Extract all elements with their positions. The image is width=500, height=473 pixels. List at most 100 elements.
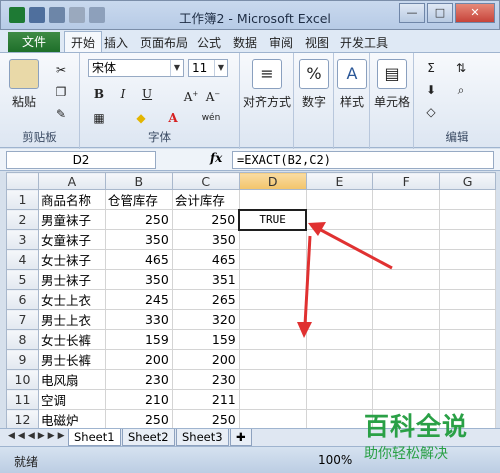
sheet-nav-arrows-icon[interactable]: ◀◀◀▶▶▶	[8, 431, 68, 441]
column-header-e[interactable]: E	[305, 172, 374, 190]
row-header[interactable]: 9	[6, 349, 39, 370]
clear-icon[interactable]: ◇	[422, 103, 440, 121]
cut-icon[interactable]: ✂	[52, 61, 70, 79]
row-header[interactable]: 10	[6, 369, 39, 390]
cell-g3[interactable]	[439, 229, 496, 250]
cell-e8[interactable]	[305, 329, 374, 350]
bold-button[interactable]: B	[90, 85, 108, 103]
cell-f6[interactable]	[372, 289, 441, 310]
cell-f3[interactable]	[372, 229, 441, 250]
row-header[interactable]: 5	[6, 269, 39, 290]
column-header-b[interactable]: B	[104, 172, 173, 190]
cell-g2[interactable]	[439, 209, 496, 230]
font-color-icon[interactable]: A	[164, 109, 182, 127]
undo-icon[interactable]	[49, 7, 65, 23]
cell-b3[interactable]: 350	[104, 229, 173, 250]
cell-d12[interactable]	[238, 409, 307, 428]
autosum-icon[interactable]: Σ	[422, 59, 440, 77]
cell-a3[interactable]: 女童袜子	[37, 229, 106, 250]
find-select-icon[interactable]: ⌕	[452, 81, 470, 99]
paste-button[interactable]: 粘贴	[8, 59, 40, 110]
cell-c10[interactable]: 230	[171, 369, 240, 390]
cell-d5[interactable]	[238, 269, 307, 290]
cell-e6[interactable]	[305, 289, 374, 310]
cell-a5[interactable]: 男士袜子	[37, 269, 106, 290]
cell-g4[interactable]	[439, 249, 496, 270]
cell-d8[interactable]	[238, 329, 307, 350]
cell-c11[interactable]: 211	[171, 389, 240, 410]
cell-c1[interactable]: 会计库存	[171, 189, 240, 210]
cells-button[interactable]: ▤ 单元格	[370, 59, 414, 110]
cell-c3[interactable]: 350	[171, 229, 240, 250]
cell-d2[interactable]: TRUE	[238, 208, 308, 231]
font-size-select[interactable]: 11 ▼	[188, 59, 228, 77]
column-header-c[interactable]: C	[171, 172, 240, 190]
cell-g7[interactable]	[439, 309, 496, 330]
cell-c8[interactable]: 159	[171, 329, 240, 350]
cell-a9[interactable]: 男士长裤	[37, 349, 106, 370]
minimize-button[interactable]: —	[399, 3, 425, 23]
cell-d4[interactable]	[238, 249, 307, 270]
cell-e11[interactable]	[305, 389, 374, 410]
cell-a6[interactable]: 女士上衣	[37, 289, 106, 310]
cell-d10[interactable]	[238, 369, 307, 390]
redo-icon[interactable]	[69, 7, 85, 23]
tab-review[interactable]: 审阅	[269, 34, 293, 51]
cell-f8[interactable]	[372, 329, 441, 350]
underline-button[interactable]: U	[138, 85, 156, 103]
select-all-corner[interactable]	[6, 172, 39, 190]
cell-a4[interactable]: 女士袜子	[37, 249, 106, 270]
cell-e5[interactable]	[305, 269, 374, 290]
row-header[interactable]: 2	[6, 209, 39, 230]
cell-e1[interactable]	[305, 189, 374, 210]
sheet-tab-3[interactable]: Sheet3	[176, 429, 229, 446]
cell-a2[interactable]: 男童袜子	[37, 209, 106, 230]
cell-d3[interactable]	[238, 229, 307, 250]
alignment-button[interactable]: ≡ 对齐方式	[240, 59, 294, 110]
insert-function-icon[interactable]: fx	[210, 151, 222, 165]
cell-a1[interactable]: 商品名称	[37, 189, 106, 210]
cell-c12[interactable]: 250	[171, 409, 240, 428]
tab-developer[interactable]: 开发工具	[340, 34, 388, 51]
cell-g5[interactable]	[439, 269, 496, 290]
cell-f2[interactable]	[372, 209, 441, 230]
column-header-a[interactable]: A	[37, 172, 106, 190]
fill-icon[interactable]: ⬇	[422, 81, 440, 99]
close-button[interactable]: ✕	[455, 3, 495, 23]
cell-g1[interactable]	[439, 189, 496, 210]
cell-c2[interactable]: 250	[171, 209, 240, 230]
cell-f4[interactable]	[372, 249, 441, 270]
sheet-tab-1[interactable]: Sheet1	[68, 429, 121, 446]
cell-b10[interactable]: 230	[104, 369, 173, 390]
cell-a12[interactable]: 电磁炉	[37, 409, 106, 428]
cell-g8[interactable]	[439, 329, 496, 350]
cell-b7[interactable]: 330	[104, 309, 173, 330]
cell-g6[interactable]	[439, 289, 496, 310]
cell-a7[interactable]: 男士上衣	[37, 309, 106, 330]
insert-sheet-icon[interactable]: ✚	[230, 429, 252, 446]
cell-d6[interactable]	[238, 289, 307, 310]
column-header-f[interactable]: F	[372, 172, 441, 190]
fill-color-icon[interactable]: ◆	[132, 109, 150, 127]
grow-font-icon[interactable]: A+	[182, 85, 200, 104]
tab-page-layout[interactable]: 页面布局	[140, 34, 188, 51]
row-header[interactable]: 3	[6, 229, 39, 250]
row-header[interactable]: 6	[6, 289, 39, 310]
row-header[interactable]: 7	[6, 309, 39, 330]
phonetic-icon[interactable]: wén	[196, 109, 226, 127]
row-header[interactable]: 4	[6, 249, 39, 270]
cell-d7[interactable]	[238, 309, 307, 330]
cell-b9[interactable]: 200	[104, 349, 173, 370]
cell-g9[interactable]	[439, 349, 496, 370]
tab-data[interactable]: 数据	[233, 34, 257, 51]
cell-f9[interactable]	[372, 349, 441, 370]
cell-c4[interactable]: 465	[171, 249, 240, 270]
border-icon[interactable]: ▦	[90, 109, 108, 127]
name-box[interactable]: D2	[6, 151, 156, 169]
shrink-font-icon[interactable]: A−	[204, 85, 222, 104]
cell-b5[interactable]: 350	[104, 269, 173, 290]
italic-button[interactable]: I	[114, 85, 132, 103]
cell-e12[interactable]	[305, 409, 374, 428]
save-icon[interactable]	[29, 7, 45, 23]
cell-b2[interactable]: 250	[104, 209, 173, 230]
